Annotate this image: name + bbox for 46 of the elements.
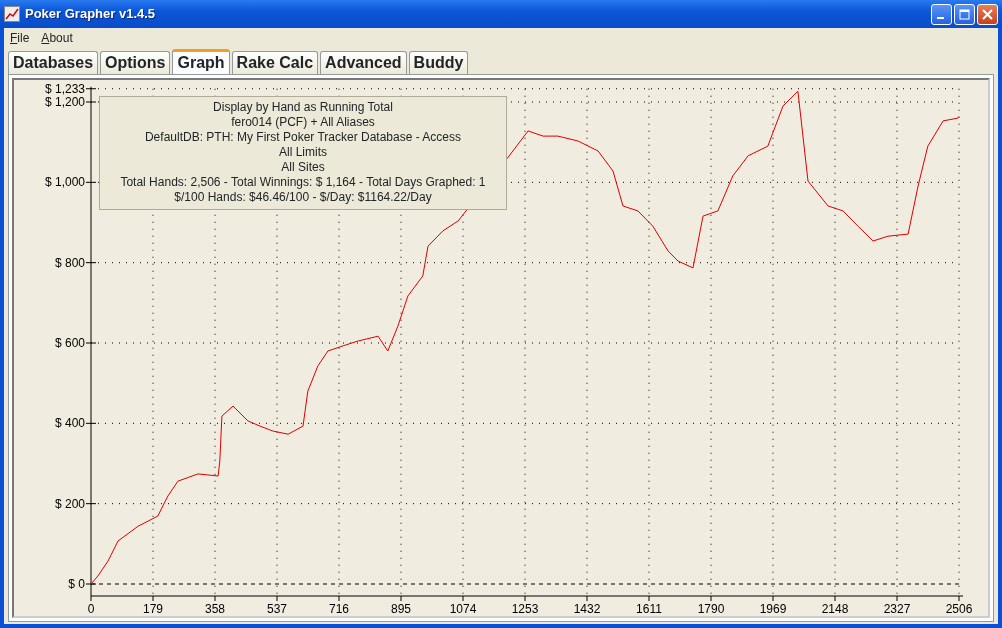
info-line: DefaultDB: PTH: My First Poker Tracker Database - Access: [143, 130, 463, 145]
maximize-icon: [959, 8, 970, 20]
info-line: fero014 (PCF) + All Aliases: [230, 115, 376, 130]
y-tick-label: $ 400: [54, 416, 85, 431]
close-icon: [982, 8, 993, 20]
menu-item[interactable]: About: [35, 28, 79, 47]
x-tick-label: 2506: [945, 602, 973, 616]
x-tick-label: 358: [205, 602, 225, 616]
x-tick-label: 895: [391, 602, 411, 616]
y-tick-label: $ 0: [68, 577, 85, 591]
tab[interactable]: Rake Calc: [231, 51, 319, 74]
y-tick-label: $ 1,000: [44, 175, 85, 190]
tab[interactable]: Options: [100, 51, 171, 74]
x-tick-label: 0: [87, 602, 95, 616]
minimize-button[interactable]: [931, 3, 952, 25]
minimize-icon: [936, 17, 944, 20]
x-tick-label: 2148: [821, 602, 849, 616]
app-icon: [4, 6, 20, 23]
window-title: Poker Grapher v1.4.5: [25, 5, 156, 24]
y-tick-label: $ 200: [54, 496, 85, 511]
tab[interactable]: Buddy: [408, 51, 469, 74]
tab[interactable]: Graph: [172, 49, 230, 74]
info-line: $/100 Hands: $46.46/100 - $/Day: $1164.22/Day: [173, 190, 433, 205]
tab[interactable]: Advanced: [320, 51, 407, 74]
x-tick-label: 1432: [573, 602, 601, 616]
info-line: Display by Hand as Running Total: [212, 100, 394, 115]
maximize-button[interactable]: [954, 3, 975, 25]
x-tick-label: 1969: [759, 602, 787, 616]
x-tick-label: 1253: [511, 602, 539, 616]
x-tick-label: 1074: [449, 602, 477, 616]
x-tick-label: 537: [267, 602, 287, 616]
info-line: All Limits: [278, 145, 328, 160]
y-tick-label: $ 1,200: [44, 95, 85, 109]
info-line: All Sites: [280, 160, 326, 175]
info-line: Total Hands: 2,506 - Total Winnings: $ 1,164 - Total Days Graphed: 1: [119, 175, 487, 190]
x-tick-label: 1790: [697, 602, 725, 616]
x-tick-label: 179: [143, 602, 163, 616]
tab[interactable]: Databases: [8, 51, 99, 74]
x-tick-label: 1611: [636, 602, 662, 616]
y-tick-label: $ 800: [54, 255, 85, 270]
menu-item[interactable]: File: [4, 28, 36, 47]
y-tick-label: $ 600: [54, 336, 85, 350]
close-button[interactable]: [977, 3, 998, 25]
x-tick-label: 716: [329, 602, 349, 616]
x-tick-label: 2327: [883, 602, 911, 616]
y-tick-label: $ 1,233: [44, 81, 85, 96]
